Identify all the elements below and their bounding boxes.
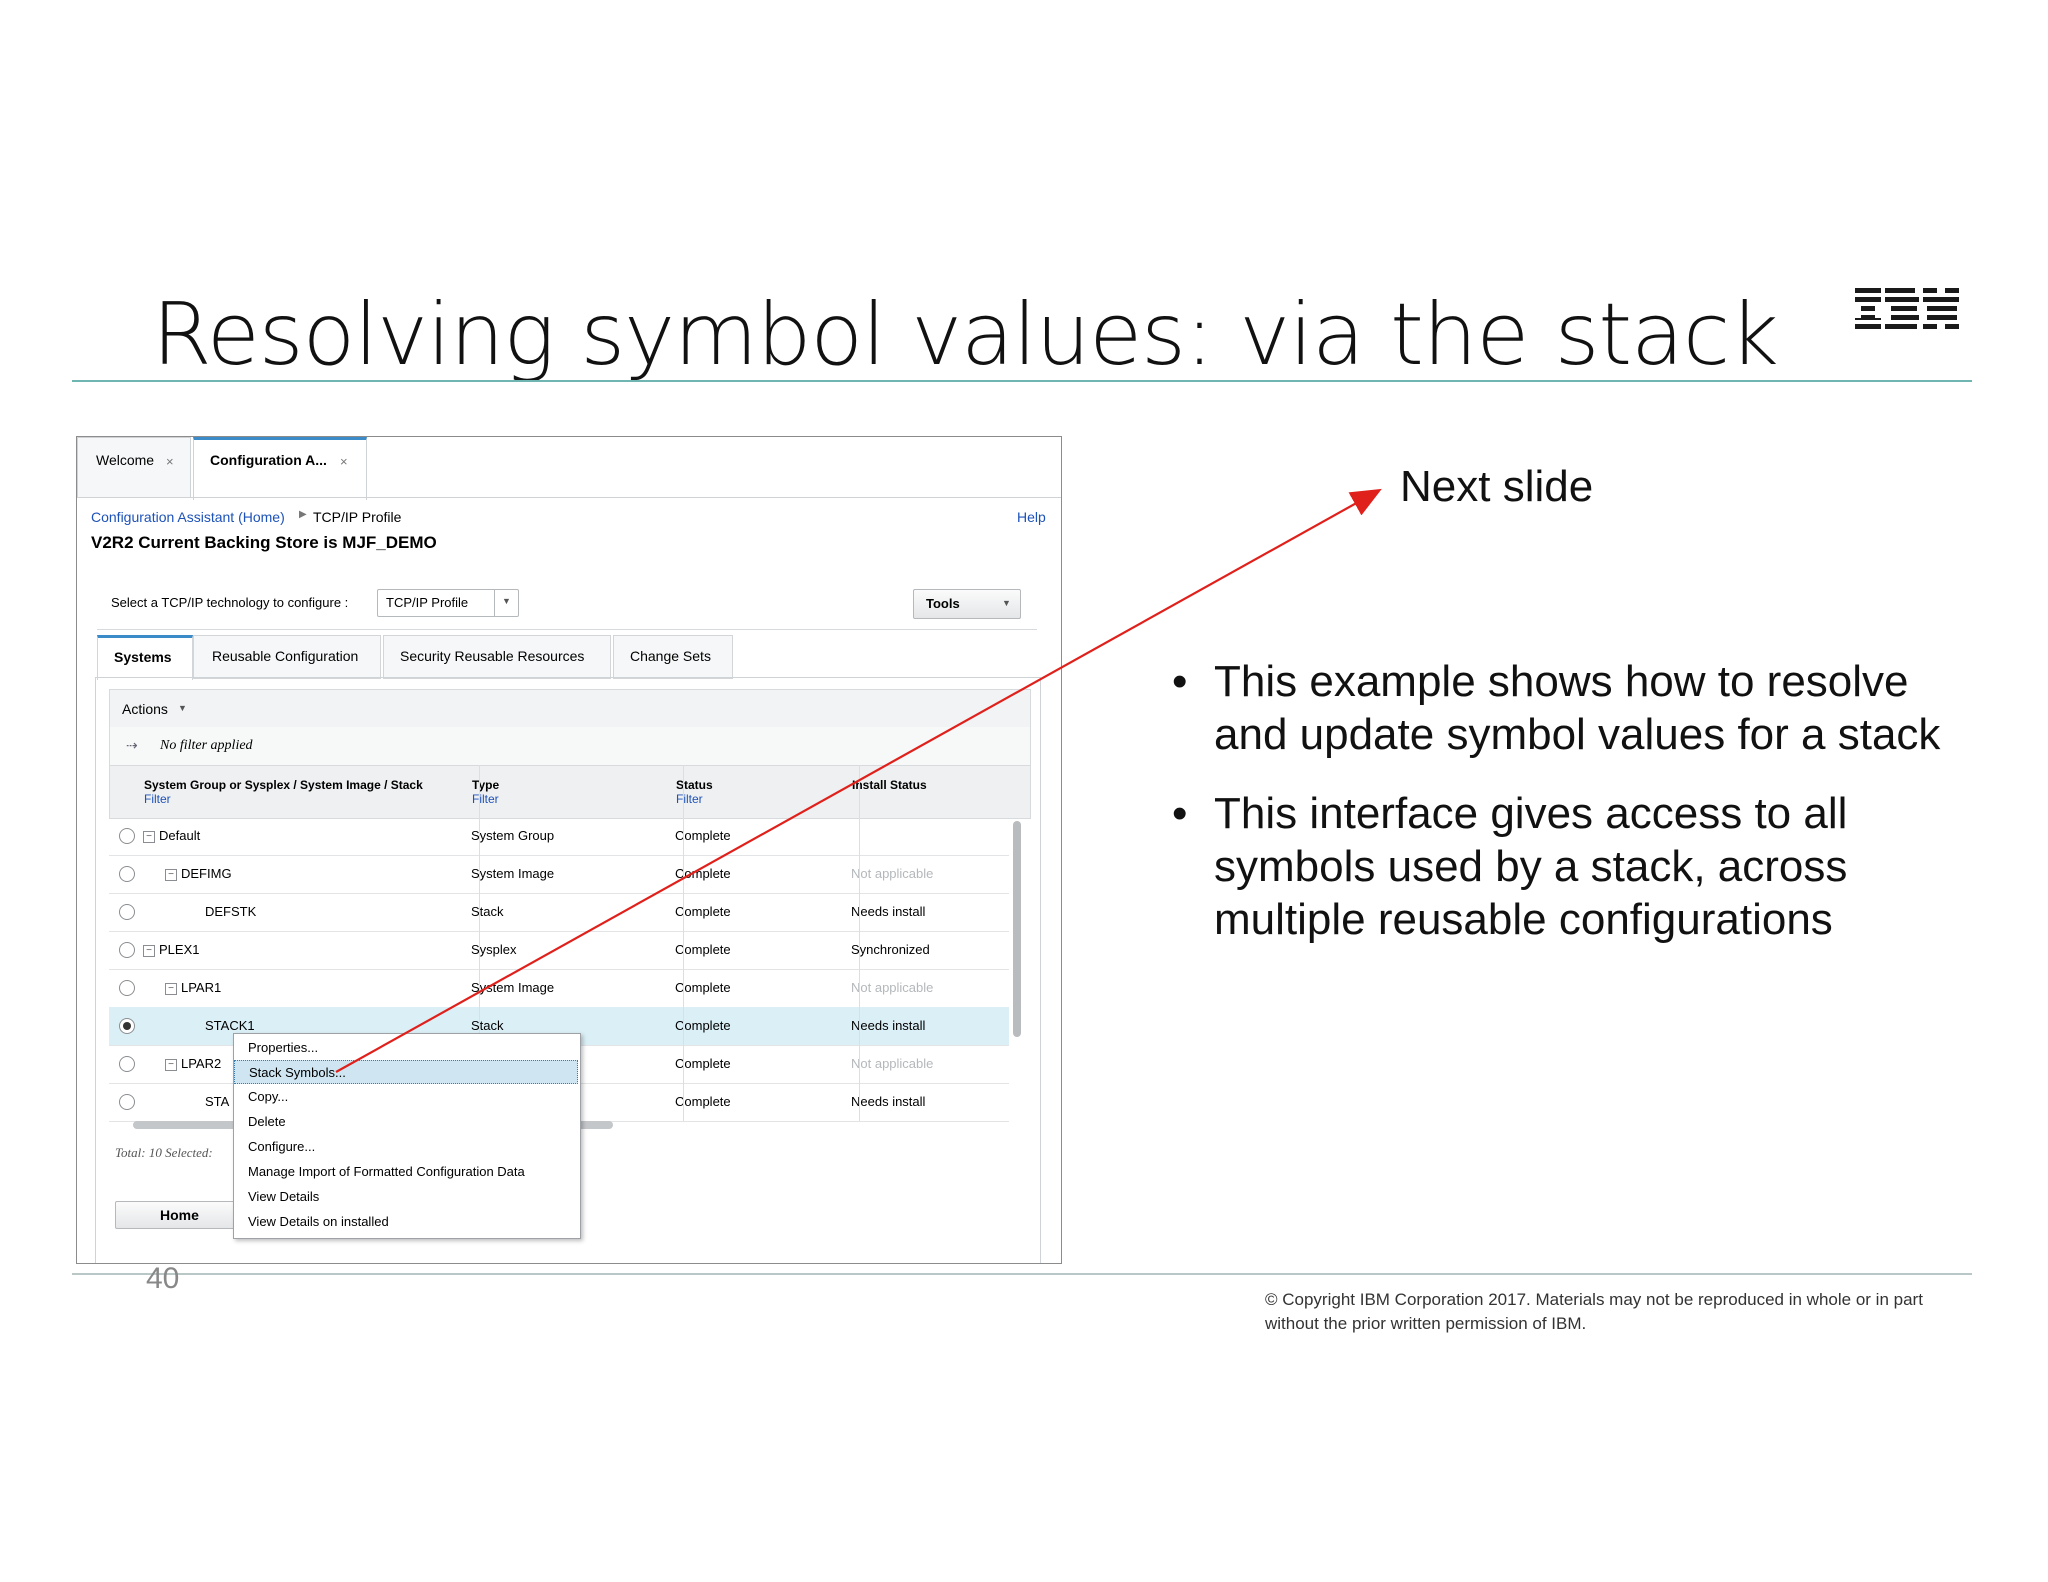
annotation-arrow — [335, 488, 1382, 1073]
arrow-line — [335, 488, 1382, 1073]
